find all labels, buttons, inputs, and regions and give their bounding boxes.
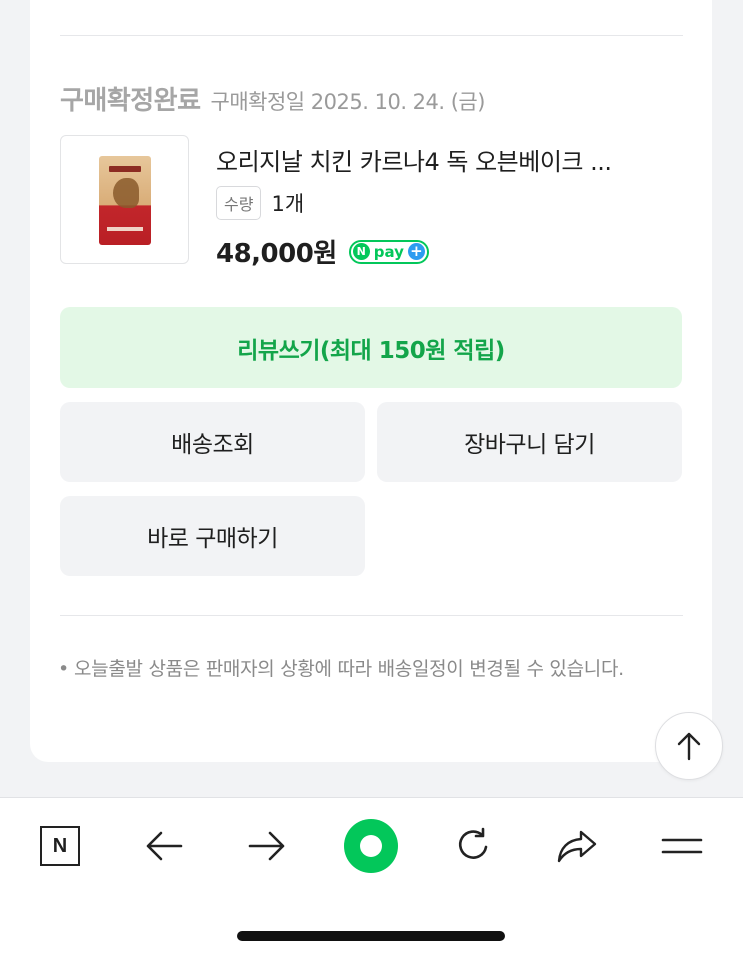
price-row: 48,000원 N pay +	[216, 233, 429, 270]
order-status: 구매확정완료	[60, 86, 201, 116]
forward-button[interactable]	[241, 820, 293, 872]
green-dot-icon	[344, 819, 398, 873]
product-image	[99, 156, 151, 245]
npay-text: pay	[373, 242, 404, 261]
top-divider	[60, 35, 683, 36]
track-delivery-button[interactable]: 배송조회	[60, 402, 365, 482]
npay-n-icon: N	[352, 243, 370, 260]
quantity-row: 수량 1개	[216, 186, 304, 220]
order-status-row: 구매확정완료 구매확정일 2025. 10. 24. (금)	[60, 80, 485, 117]
back-button[interactable]	[138, 820, 190, 872]
notice-text: 오늘출발 상품은 판매자의 상황에 따라 배송일정이 변경될 수 있습니다.	[74, 658, 624, 680]
back-arrow-icon	[146, 831, 183, 861]
quantity-value: 1개	[271, 192, 305, 216]
buy-now-button[interactable]: 바로 구매하기	[60, 496, 365, 576]
menu-icon	[661, 838, 703, 854]
share-icon	[557, 830, 597, 863]
forward-arrow-icon	[248, 831, 285, 861]
product-name[interactable]: 오리지날 치킨 카르나4 독 오븐베이크 ...	[216, 142, 686, 177]
delivery-notice: • 오늘출발 상품은 판매자의 상황에 따라 배송일정이 변경될 수 있습니다.	[58, 652, 678, 687]
green-dot-button[interactable]	[342, 817, 400, 875]
n-home-icon: N	[40, 826, 80, 866]
npay-plus-badge: N pay +	[348, 239, 429, 264]
bottom-divider	[60, 615, 683, 616]
naver-home-button[interactable]: N	[34, 820, 86, 872]
notice-bullet: •	[58, 658, 69, 680]
refresh-icon	[458, 827, 488, 859]
confirm-date: 구매확정일 2025. 10. 24. (금)	[210, 90, 486, 114]
arrow-up-icon	[677, 732, 701, 761]
product-thumbnail[interactable]	[60, 135, 189, 264]
refresh-button[interactable]	[447, 820, 499, 872]
add-to-cart-button[interactable]: 장바구니 담기	[377, 402, 682, 482]
share-button[interactable]	[551, 820, 603, 872]
browser-bottom-bar: N	[0, 797, 743, 954]
write-review-button[interactable]: 리뷰쓰기(최대 150원 적립)	[60, 307, 682, 388]
home-indicator	[237, 931, 505, 941]
scroll-top-button[interactable]	[655, 712, 723, 780]
quantity-label: 수량	[216, 186, 262, 220]
plus-icon: +	[407, 243, 425, 260]
menu-button[interactable]	[656, 820, 708, 872]
product-price: 48,000원	[216, 239, 337, 269]
